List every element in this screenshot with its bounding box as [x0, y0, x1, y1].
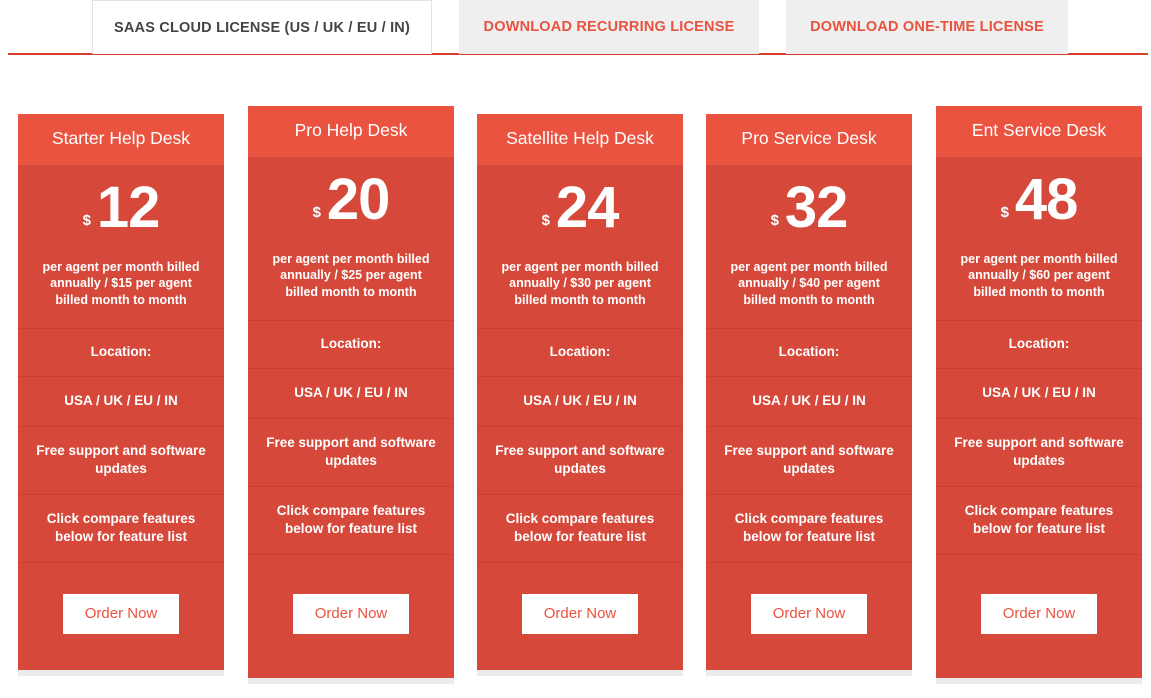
price-amount: 48	[1014, 167, 1079, 232]
plan-feature: USA / UK / EU / IN	[706, 375, 912, 426]
plan-name: Starter Help Desk	[18, 114, 224, 165]
plan-price-block: $ 48 per agent per month billed annually…	[936, 157, 1142, 320]
order-now-button[interactable]: Order Now	[750, 594, 868, 635]
plan-feature: Location:	[248, 319, 454, 368]
card-footer-strip	[18, 670, 224, 676]
price-note: per agent per month billed annually / $3…	[501, 260, 659, 307]
order-now-button[interactable]: Order Now	[980, 594, 1098, 635]
license-tab-bar: SAAS CLOUD LICENSE (US / UK / EU / IN) D…	[0, 0, 1151, 55]
tab-label: SAAS CLOUD LICENSE (US / UK / EU / IN)	[113, 19, 410, 36]
price-row: $ 24	[487, 179, 673, 249]
plan-price-block: $ 12 per agent per month billed annually…	[18, 165, 224, 328]
price-amount: 20	[326, 167, 391, 232]
price-note: per agent per month billed annually / $2…	[272, 252, 430, 299]
plan-feature: Free support and software updates	[706, 425, 912, 494]
plan-feature: Click compare features below for feature…	[18, 493, 224, 562]
tab-label: DOWNLOAD RECURRING LICENSE	[483, 19, 735, 35]
tab-download-recurring-license[interactable]: DOWNLOAD RECURRING LICENSE	[459, 0, 759, 54]
plan-feature: USA / UK / EU / IN	[248, 367, 454, 418]
plan-feature: USA / UK / EU / IN	[936, 367, 1142, 418]
currency-symbol: $	[312, 204, 321, 221]
currency-symbol: $	[541, 212, 550, 229]
plan-name: Satellite Help Desk	[477, 114, 683, 165]
plan-cta-row: Order Now	[477, 561, 683, 670]
plan-feature: Location:	[477, 327, 683, 376]
price-row: $ 32	[716, 179, 902, 249]
price-amount: 12	[96, 175, 161, 240]
plan-feature: USA / UK / EU / IN	[18, 375, 224, 426]
plan-price-block: $ 32 per agent per month billed annually…	[706, 165, 912, 328]
price-note: per agent per month billed annually / $6…	[960, 252, 1118, 299]
price-note: per agent per month billed annually / $1…	[42, 260, 200, 307]
plan-feature: Click compare features below for feature…	[248, 485, 454, 554]
plan-feature: USA / UK / EU / IN	[477, 375, 683, 426]
pricing-card-starter-help-desk: Starter Help Desk $ 12 per agent per mon…	[18, 114, 224, 670]
plan-feature: Click compare features below for feature…	[477, 493, 683, 562]
tab-download-one-time-license[interactable]: DOWNLOAD ONE-TIME LICENSE	[786, 0, 1068, 54]
plan-feature: Free support and software updates	[477, 425, 683, 494]
currency-symbol: $	[770, 212, 779, 229]
plan-feature: Click compare features below for feature…	[936, 485, 1142, 554]
currency-symbol: $	[82, 212, 91, 229]
plan-cta-row: Order Now	[248, 553, 454, 678]
plan-feature: Click compare features below for feature…	[706, 493, 912, 562]
plan-cta-row: Order Now	[936, 553, 1142, 678]
price-row: $ 48	[946, 171, 1132, 241]
plan-feature: Location:	[936, 319, 1142, 368]
card-footer-strip	[248, 678, 454, 684]
pricing-card-pro-help-desk: Pro Help Desk $ 20 per agent per month b…	[248, 106, 454, 678]
pricing-card-pro-service-desk: Pro Service Desk $ 32 per agent per mont…	[706, 114, 912, 670]
plan-feature: Free support and software updates	[18, 425, 224, 494]
plan-name: Ent Service Desk	[936, 106, 1142, 157]
pricing-card-satellite-help-desk: Satellite Help Desk $ 24 per agent per m…	[477, 114, 683, 670]
price-amount: 24	[555, 175, 620, 240]
plan-feature: Free support and software updates	[936, 417, 1142, 486]
plan-name: Pro Help Desk	[248, 106, 454, 157]
plan-price-block: $ 20 per agent per month billed annually…	[248, 157, 454, 320]
price-row: $ 20	[258, 171, 444, 241]
tab-label: DOWNLOAD ONE-TIME LICENSE	[810, 19, 1044, 35]
plan-feature: Location:	[706, 327, 912, 376]
plan-cta-row: Order Now	[706, 561, 912, 670]
currency-symbol: $	[1000, 204, 1009, 221]
plan-feature: Location:	[18, 327, 224, 376]
tab-saas-cloud-license[interactable]: SAAS CLOUD LICENSE (US / UK / EU / IN)	[92, 0, 432, 54]
card-footer-strip	[477, 670, 683, 676]
pricing-card-ent-service-desk: Ent Service Desk $ 48 per agent per mont…	[936, 106, 1142, 678]
plan-feature: Free support and software updates	[248, 417, 454, 486]
pricing-card-list: Starter Help Desk $ 12 per agent per mon…	[0, 0, 1151, 698]
plan-price-block: $ 24 per agent per month billed annually…	[477, 165, 683, 328]
card-footer-strip	[936, 678, 1142, 684]
order-now-button[interactable]: Order Now	[521, 594, 639, 635]
plan-cta-row: Order Now	[18, 561, 224, 670]
price-row: $ 12	[28, 179, 214, 249]
price-amount: 32	[784, 175, 849, 240]
plan-name: Pro Service Desk	[706, 114, 912, 165]
card-footer-strip	[706, 670, 912, 676]
price-note: per agent per month billed annually / $4…	[730, 260, 888, 307]
order-now-button[interactable]: Order Now	[292, 594, 410, 635]
order-now-button[interactable]: Order Now	[62, 594, 180, 635]
